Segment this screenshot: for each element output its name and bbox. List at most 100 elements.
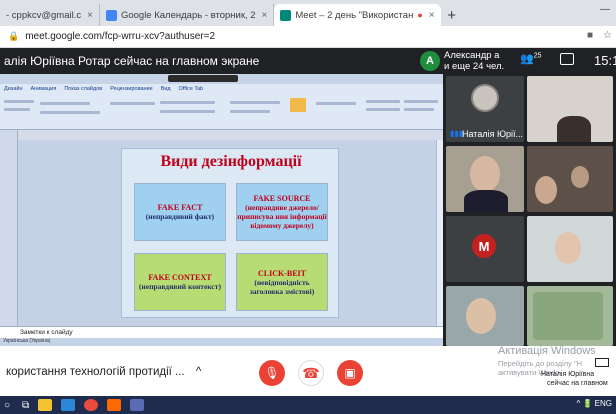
mic-off-button[interactable]: 🎙: [259, 360, 285, 386]
participant-tiles: ▮▮▮ Наталія Юрії... M: [443, 74, 616, 346]
participant-count: 25: [533, 52, 542, 60]
disinfo-box-click-beit: CLICK-BEIT (невідповідність заголовка зм…: [236, 253, 328, 311]
meet-favicon-icon: [280, 9, 292, 21]
firefox-icon[interactable]: [107, 399, 122, 411]
people-icon: 👥: [520, 53, 534, 65]
ppt-title-block: [168, 75, 238, 82]
slide: Види дезінформації FAKE FACT (неправдиви…: [121, 148, 339, 318]
calendar-tab-label: Google Календарь - вторник, 2: [120, 9, 256, 21]
disinfo-box-fake-source: FAKE SOURCE (неправдиве джерело/приписув…: [236, 183, 328, 241]
people-line-1: Александр а: [444, 50, 500, 61]
participant-tile-presenter[interactable]: ▮▮▮ Наталія Юрії...: [446, 76, 524, 142]
ppt-tab: Анимация: [30, 86, 57, 92]
gmail-tab-label: - cppkcv@gmail.c: [6, 9, 82, 21]
shared-screen: Дизайн Анимация Показ слайдов Рецензиров…: [0, 74, 443, 346]
system-tray[interactable]: ^ 🔋 ENG: [577, 399, 613, 408]
star-icon[interactable]: ☆: [603, 30, 612, 41]
browser-tab-bar: - cppkcv@gmail.c × Google Календарь - вт…: [0, 0, 616, 26]
task-view-icon[interactable]: ⧉: [22, 400, 29, 411]
calendar-favicon-icon: [105, 9, 117, 21]
close-icon[interactable]: ×: [262, 10, 268, 21]
ppt-tab: Office Tab: [178, 86, 204, 92]
ribbon-control: [316, 102, 356, 105]
avatar: [471, 84, 499, 112]
meeting-name-text: користання технологій протидії ...: [6, 366, 185, 378]
ppt-tab: Рецензирование: [110, 86, 153, 92]
photos-icon[interactable]: [130, 399, 145, 411]
browser-tab-gmail[interactable]: - cppkcv@gmail.c ×: [0, 4, 100, 26]
presenting-line-1: Наталія Юріївна: [541, 371, 595, 378]
presenting-title: алія Юріївна Ротар сейчас на главном экр…: [4, 54, 260, 68]
notes-pane[interactable]: Заметки к слайду: [0, 326, 443, 338]
edge-icon[interactable]: [61, 399, 76, 411]
participant-tile[interactable]: [527, 216, 613, 282]
ribbon-control: [4, 108, 30, 111]
chat-icon[interactable]: [560, 53, 574, 65]
box-title: FAKE SOURCE: [253, 194, 311, 203]
participant-tile[interactable]: [446, 146, 524, 212]
participant-tile[interactable]: [527, 286, 613, 346]
slide-title: Види дезінформації: [160, 153, 302, 170]
participant-name: Наталія Юрії...: [462, 129, 524, 139]
ribbon-control: [404, 100, 438, 103]
camera-off-button[interactable]: ▣: [337, 360, 363, 386]
camera-off-icon: ▣: [344, 366, 356, 380]
ppt-tab: Вид: [160, 86, 171, 92]
chevron-up-icon[interactable]: ^: [196, 366, 201, 378]
hang-up-icon: ☎: [302, 364, 320, 381]
browser-tab-meet[interactable]: Meet – 2 день "Використан ● ×: [274, 4, 441, 26]
ribbon-icon: [290, 98, 306, 112]
avatar: A: [420, 51, 440, 71]
new-tab-button[interactable]: +: [441, 4, 463, 26]
participant-video: [466, 298, 496, 334]
meeting-name[interactable]: користання технологій протидії ... ^: [6, 366, 201, 378]
box-subtitle: (невідповідність заголовка змістові): [249, 277, 315, 296]
slide-canvas: Види дезінформації FAKE FACT (неправдиви…: [18, 140, 436, 326]
windows-taskbar: ○ ⧉ ^ 🔋 ENG: [0, 396, 616, 414]
ribbon-control: [110, 102, 155, 105]
url-text[interactable]: meet.google.com/fcp-wrru-xcv?authuser=2: [25, 31, 215, 42]
clock: 15:1: [594, 53, 616, 68]
ppt-ribbon-tabs: Дизайн Анимация Показ слайдов Рецензиров…: [0, 84, 443, 94]
disinfo-box-fake-context: FAKE CONTEXT (неправдивий контекст): [134, 253, 226, 311]
search-icon[interactable]: ○: [4, 400, 10, 411]
file-explorer-icon[interactable]: [38, 399, 53, 411]
participant-video: [533, 292, 603, 340]
participant-tile[interactable]: [527, 146, 613, 212]
ribbon-control: [160, 110, 215, 113]
ribbon-control: [366, 108, 400, 111]
slide-scrollbar[interactable]: [436, 140, 443, 326]
participant-tile[interactable]: [527, 76, 613, 142]
participant-video: [555, 232, 581, 264]
participant-video: [464, 190, 508, 212]
box-title: FAKE CONTEXT: [148, 273, 212, 282]
mic-off-icon: 🎙: [264, 366, 280, 380]
box-title: FAKE FACT: [157, 203, 203, 212]
slide-thumbnail-pane[interactable]: [0, 130, 18, 330]
disinfo-box-fake-fact: FAKE FACT (неправдивий факт): [134, 183, 226, 241]
ribbon-control: [230, 110, 270, 113]
ribbon-control: [40, 102, 90, 105]
box-title: CLICK-BEIT: [257, 268, 306, 278]
participant-tile[interactable]: [446, 286, 524, 346]
participant-video: [557, 116, 591, 142]
minimize-icon[interactable]: —: [600, 4, 610, 15]
presenting-line-2: сейчас на главном: [547, 380, 608, 387]
address-bar[interactable]: 🔒 meet.google.com/fcp-wrru-xcv?authuser=…: [0, 26, 616, 48]
avatar: M: [472, 234, 496, 258]
participant-tile[interactable]: M: [446, 216, 524, 282]
people-button[interactable]: 👥25: [520, 52, 542, 65]
browser-tab-calendar[interactable]: Google Календарь - вторник, 2 ×: [100, 4, 275, 26]
participant-video: [535, 176, 557, 204]
close-icon[interactable]: ×: [87, 10, 93, 21]
presenting-chip[interactable]: Наталія Юріївна сейчас на главном: [537, 358, 609, 388]
camera-icon[interactable]: ■: [587, 30, 593, 41]
chrome-icon[interactable]: [84, 399, 99, 411]
present-screen-icon: [595, 358, 609, 367]
ppt-statusbar: Українська (Україна): [0, 338, 443, 346]
ribbon-control: [366, 100, 400, 103]
leave-call-button[interactable]: ☎: [298, 360, 324, 386]
close-icon[interactable]: ×: [429, 10, 435, 21]
ribbon-control: [4, 100, 34, 103]
participant-video: [470, 156, 500, 192]
